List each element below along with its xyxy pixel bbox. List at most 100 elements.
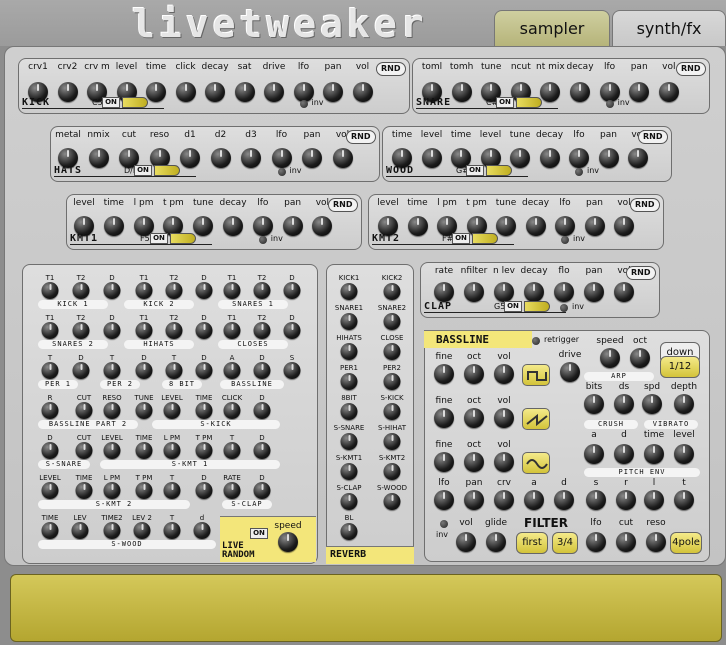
hats-knob-vol[interactable]	[332, 148, 353, 168]
snare-knob-pan[interactable]	[629, 82, 650, 102]
wood-knob-pan[interactable]	[598, 148, 619, 168]
kick-knob-sat[interactable]	[234, 82, 255, 102]
random-knob-5-7[interactable]	[253, 482, 271, 499]
random-knob-0-4[interactable]	[165, 282, 183, 299]
osc2-fine-knob[interactable]	[434, 408, 454, 428]
hats-knob-lfo[interactable]	[271, 148, 292, 168]
clap-knob-vol[interactable]	[614, 282, 634, 302]
random-knob-1-2[interactable]	[103, 322, 121, 339]
snare-inv-led[interactable]	[605, 100, 614, 108]
bassline-depth-knob[interactable]	[674, 394, 694, 414]
wood-rnd-button[interactable]: RND	[638, 130, 668, 144]
filter-3-4-button[interactable]: 3/4	[552, 532, 578, 554]
random-knob-3-6[interactable]	[223, 402, 241, 419]
random-knob-3-0[interactable]	[41, 402, 59, 419]
reverb-knob-S-CLAP[interactable]	[340, 493, 358, 510]
kmt2-knob-pan[interactable]	[584, 216, 605, 236]
random-knob-4-2[interactable]	[103, 442, 121, 459]
reverb-knob-KICK1[interactable]	[340, 283, 358, 300]
env-time-knob[interactable]	[644, 444, 664, 464]
random-knob-6-2[interactable]	[103, 522, 121, 539]
random-knob-1-0[interactable]	[41, 322, 59, 339]
reverb-knob-8BIT[interactable]	[340, 403, 358, 420]
random-knob-0-2[interactable]	[103, 282, 121, 299]
snare-knob-decay[interactable]	[570, 82, 590, 102]
random-knob-0-3[interactable]	[135, 282, 153, 299]
random-knob-3-5[interactable]	[195, 402, 213, 419]
kmt1-knob-vol[interactable]	[312, 216, 333, 236]
clap-knob-pan[interactable]	[584, 282, 604, 302]
random-knob-5-0[interactable]	[41, 482, 59, 499]
kmt1-on-button[interactable]: ON	[150, 233, 168, 244]
hats-rnd-button[interactable]: RND	[346, 130, 376, 144]
reverb-knob-KICK2[interactable]	[383, 283, 401, 300]
reverb-knob-PER1[interactable]	[340, 373, 358, 390]
snare-level-slider[interactable]	[516, 97, 542, 108]
clap-knob-flo[interactable]	[554, 282, 574, 302]
kick-rnd-button[interactable]: RND	[376, 62, 406, 76]
reverb-knob-CLOSE[interactable]	[383, 343, 401, 360]
osc1-vol-knob[interactable]	[494, 364, 514, 384]
random-knob-1-4[interactable]	[165, 322, 183, 339]
osc2-vol-knob[interactable]	[494, 408, 514, 428]
kmt2-on-button[interactable]: ON	[452, 233, 470, 244]
kick-inv-led[interactable]	[299, 100, 308, 108]
random-knob-4-4[interactable]	[163, 442, 181, 459]
bassline-inv-led[interactable]	[440, 520, 448, 528]
random-knob-0-8[interactable]	[283, 282, 301, 299]
snare-knob-vol[interactable]	[658, 82, 679, 102]
reverb-knob-S-KMT2[interactable]	[383, 463, 401, 480]
random-knob-5-2[interactable]	[103, 482, 121, 499]
reverb-knob-S-KMT1[interactable]	[340, 463, 358, 480]
random-knob-0-6[interactable]	[223, 282, 241, 299]
random-knob-5-3[interactable]	[135, 482, 153, 499]
kmt1-knob-decay[interactable]	[223, 216, 243, 236]
random-knob-6-3[interactable]	[133, 522, 151, 539]
kick-knob-decay[interactable]	[205, 82, 225, 102]
hats-knob-d2[interactable]	[210, 148, 231, 168]
osc1-oct-knob[interactable]	[464, 364, 484, 384]
reverb-knob-HIHATS[interactable]	[340, 343, 358, 360]
random-knob-3-1[interactable]	[75, 402, 93, 419]
clap-inv-led[interactable]	[560, 304, 568, 312]
random-knob-1-8[interactable]	[283, 322, 301, 339]
random-knob-2-7[interactable]	[253, 362, 271, 379]
bassline-row2-r-knob[interactable]	[616, 490, 636, 510]
wood-on-button[interactable]: ON	[466, 165, 484, 176]
clap-rnd-button[interactable]: RND	[626, 266, 656, 280]
kick-knob-click[interactable]	[175, 82, 196, 102]
arp-speed-knob[interactable]	[600, 348, 620, 368]
kmt2-inv-led[interactable]	[561, 236, 569, 244]
arp-oct-knob[interactable]	[630, 348, 650, 368]
random-knob-2-6[interactable]	[223, 362, 241, 379]
osc1-wave-button[interactable]	[522, 364, 550, 386]
kmt1-knob-pan[interactable]	[282, 216, 303, 236]
random-knob-0-0[interactable]	[41, 282, 59, 299]
kick-knob-pan[interactable]	[323, 82, 343, 102]
filter-reso-knob[interactable]	[646, 532, 666, 552]
osc3-wave-button[interactable]	[522, 452, 550, 474]
snare-rnd-button[interactable]: RND	[676, 62, 706, 76]
filter-lfo-knob[interactable]	[586, 532, 606, 552]
random-knob-3-4[interactable]	[163, 402, 181, 419]
random-knob-1-3[interactable]	[135, 322, 153, 339]
kmt1-inv-led[interactable]	[258, 236, 267, 244]
osc2-oct-knob[interactable]	[464, 408, 484, 428]
bassline-row2-lfo-knob[interactable]	[434, 490, 454, 510]
kmt2-knob-vol[interactable]	[614, 216, 634, 236]
random-knob-3-3[interactable]	[135, 402, 153, 419]
hats-level-slider[interactable]	[154, 165, 180, 176]
kmt1-rnd-button[interactable]: RND	[328, 198, 358, 212]
kmt2-level-slider[interactable]	[472, 233, 498, 244]
bassline-row2-crv-knob[interactable]	[494, 490, 514, 510]
clap-on-button[interactable]: ON	[504, 301, 522, 312]
random-knob-6-5[interactable]	[193, 522, 211, 539]
hats-on-button[interactable]: ON	[134, 165, 152, 176]
snare-knob-lfo[interactable]	[599, 82, 620, 102]
filter-cut-knob[interactable]	[616, 532, 636, 552]
osc1-fine-knob[interactable]	[434, 364, 454, 384]
random-knob-2-2[interactable]	[103, 362, 121, 379]
wood-knob-decay[interactable]	[539, 148, 560, 168]
wood-inv-led[interactable]	[575, 168, 583, 176]
clap-knob-rate[interactable]	[434, 282, 454, 302]
